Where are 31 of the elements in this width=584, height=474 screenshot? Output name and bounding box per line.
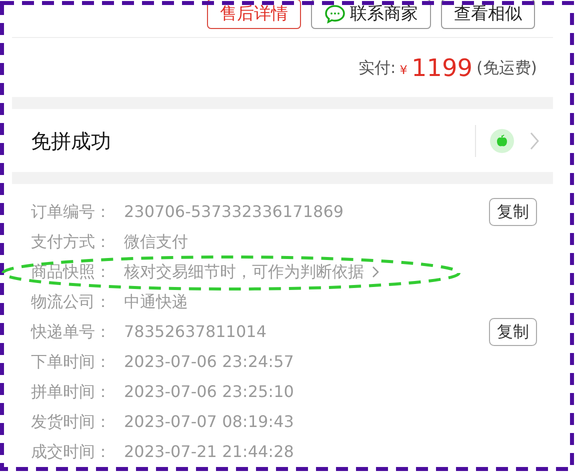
detail-value: 2023-07-06 23:24:57 (124, 351, 294, 373)
action-button[interactable]: 售后详情 (207, 0, 301, 29)
action-button[interactable]: 联系商家 (311, 0, 431, 29)
chevron-right-icon (372, 266, 379, 278)
detail-label: 商品快照： (31, 261, 112, 283)
paid-label: 实付: (358, 56, 396, 78)
detail-label: 物流公司： (31, 291, 112, 313)
detail-value: 2023-07-06 23:25:10 (124, 381, 294, 403)
detail-label: 快递单号： (31, 321, 112, 343)
paid-amount: 1199 (411, 56, 473, 80)
detail-value: 2023-07-07 08:19:43 (124, 411, 294, 433)
detail-value: 230706-537332336171869 (124, 201, 344, 223)
copy-button[interactable]: 复制 (489, 318, 537, 346)
detail-label: 成交时间： (31, 441, 112, 463)
detail-label: 订单编号： (31, 201, 112, 223)
detail-label: 下单时间： (31, 351, 112, 373)
currency-symbol: ¥ (400, 62, 408, 78)
shipping-note: (免运费) (476, 56, 537, 78)
apple-icon (490, 128, 514, 152)
chat-icon (324, 4, 346, 24)
detail-value: 78352637811014 (124, 321, 267, 343)
chevron-right-icon (530, 132, 539, 150)
detail-label: 支付方式： (31, 231, 112, 253)
detail-value: 2023-07-21 21:44:28 (124, 441, 294, 463)
copy-button[interactable]: 复制 (489, 198, 537, 226)
detail-value: 微信支付 (124, 231, 188, 253)
group-status-title: 免拼成功 (31, 128, 112, 154)
detail-value: 中通快递 (124, 291, 188, 313)
action-button[interactable]: 查看相似 (441, 0, 535, 29)
detail-label: 拼单时间： (31, 381, 112, 403)
detail-label: 发货时间： (31, 411, 112, 433)
